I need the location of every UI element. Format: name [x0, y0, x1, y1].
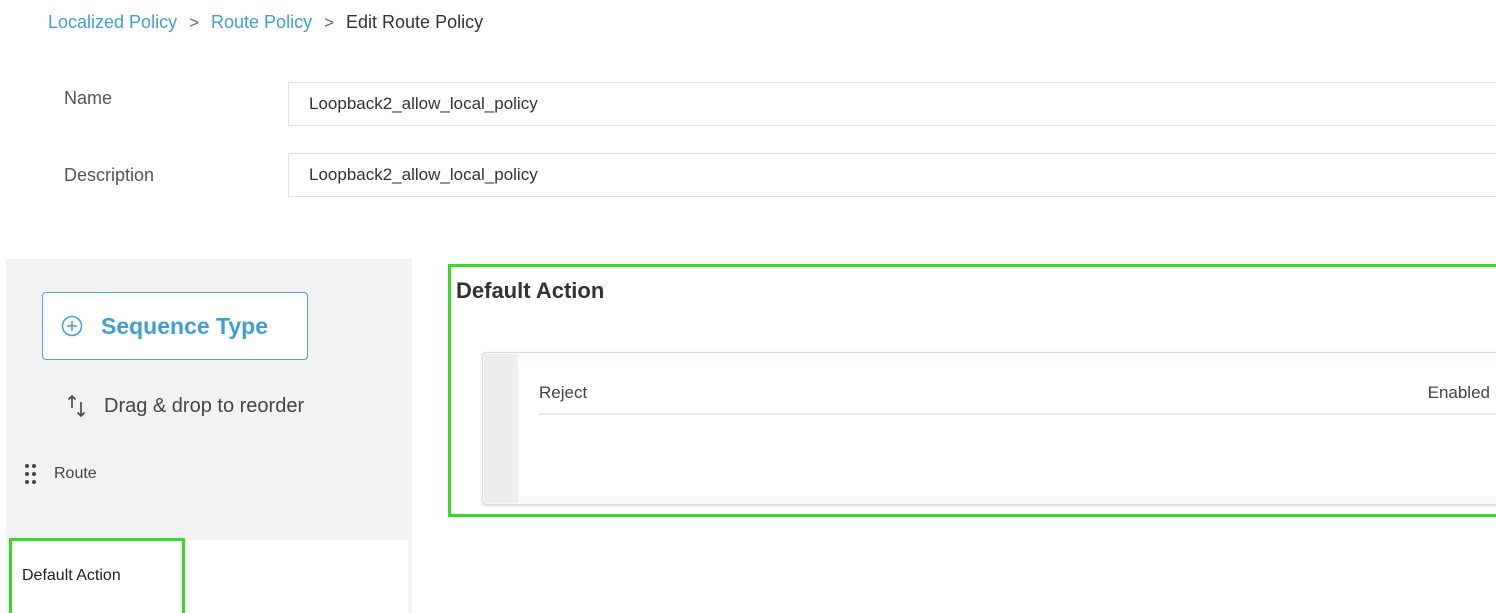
route-label: Route — [54, 465, 97, 482]
breadcrumb-route-policy[interactable]: Route Policy — [211, 12, 312, 33]
sequence-item-default-action[interactable]: Default Action — [8, 540, 408, 613]
drag-grip-icon[interactable] — [24, 462, 38, 486]
breadcrumb-separator: > — [189, 12, 200, 32]
action-status-enabled: Enabled — [1427, 383, 1490, 402]
card-body: Reject Enabled — [519, 361, 1496, 496]
action-reject-label: Reject — [539, 383, 588, 402]
plus-circle-icon — [61, 315, 83, 337]
sequence-type-button[interactable]: Sequence Type — [42, 292, 308, 360]
row-divider — [539, 413, 1496, 415]
sequence-type-label: Sequence Type — [101, 312, 269, 339]
name-input[interactable] — [288, 82, 1496, 126]
section-title: Default Action — [456, 278, 605, 303]
drag-hint-text: Drag & drop to reorder — [104, 394, 305, 417]
breadcrumb-separator: > — [324, 12, 335, 32]
description-input[interactable] — [288, 153, 1496, 197]
breadcrumb-localized-policy[interactable]: Localized Policy — [48, 12, 177, 33]
default-action-item-label: Default Action — [22, 567, 121, 584]
drag-hint: Drag & drop to reorder — [64, 392, 304, 420]
sort-arrows-icon — [67, 394, 86, 418]
name-label: Name — [64, 88, 113, 108]
breadcrumb-current: Edit Route Policy — [346, 12, 484, 32]
description-label: Description — [64, 165, 155, 185]
card-side-strip — [484, 354, 518, 503]
sequence-item-route[interactable]: Route — [24, 462, 97, 486]
breadcrumb: Localized Policy > Route Policy > Edit R… — [48, 12, 483, 33]
default-action-card: Reject Enabled — [482, 352, 1496, 505]
